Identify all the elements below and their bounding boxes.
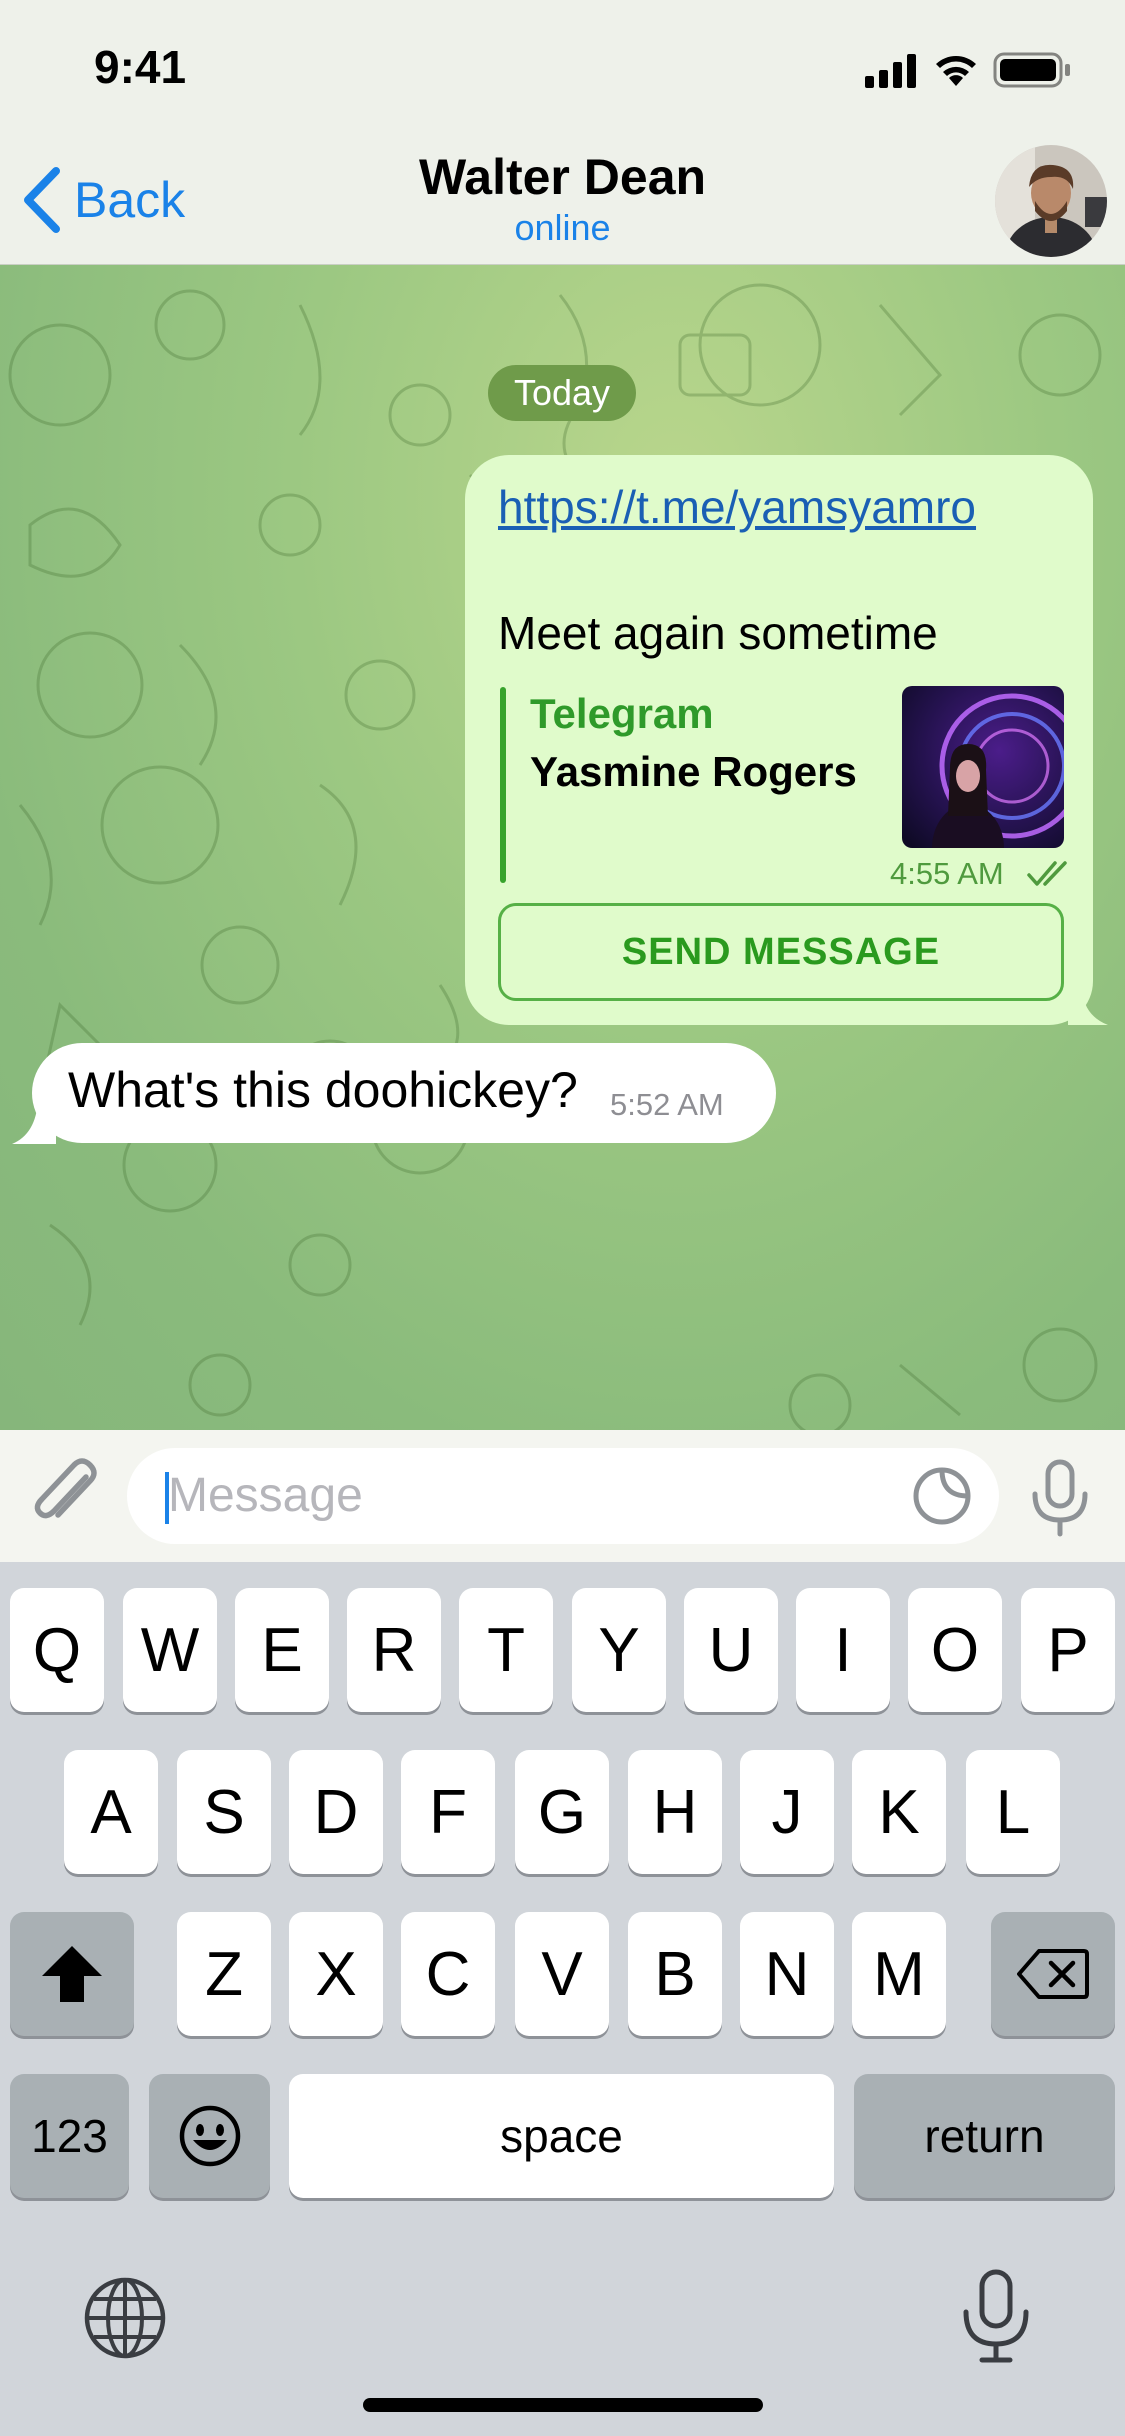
key-t[interactable]: T: [459, 1588, 553, 1712]
key-j[interactable]: J: [740, 1750, 834, 1874]
key-m[interactable]: M: [852, 1912, 946, 2036]
profile-photo: [902, 686, 1064, 848]
contact-status: online: [514, 207, 611, 248]
key-p[interactable]: P: [1021, 1588, 1115, 1712]
key-i[interactable]: I: [796, 1588, 890, 1712]
cellular-signal-icon: [865, 54, 916, 88]
link-preview-bar: [500, 687, 506, 883]
shift-key[interactable]: [10, 1912, 134, 2036]
key-c[interactable]: C: [401, 1912, 495, 2036]
key-v[interactable]: V: [515, 1912, 609, 2036]
bubble-tail: [1068, 985, 1108, 1025]
key-u[interactable]: U: [684, 1588, 778, 1712]
sticker-icon[interactable]: [912, 1466, 972, 1526]
battery-icon: [993, 52, 1070, 88]
numbers-key[interactable]: 123: [10, 2074, 129, 2198]
key-k[interactable]: K: [852, 1750, 946, 1874]
send-message-button[interactable]: SEND MESSAGE: [498, 903, 1064, 1001]
key-b[interactable]: B: [628, 1912, 722, 2036]
key-o[interactable]: O: [908, 1588, 1002, 1712]
key-h[interactable]: H: [628, 1750, 722, 1874]
key-w[interactable]: W: [123, 1588, 217, 1712]
key-a[interactable]: A: [64, 1750, 158, 1874]
message-placeholder: Message: [168, 1469, 363, 1522]
emoji-icon: [179, 2105, 240, 2167]
key-q[interactable]: Q: [10, 1588, 104, 1712]
avatar-photo: [995, 145, 1107, 257]
key-y[interactable]: Y: [572, 1588, 666, 1712]
home-indicator[interactable]: [363, 2398, 763, 2412]
key-e[interactable]: E: [235, 1588, 329, 1712]
link-preview-site[interactable]: Telegram: [530, 690, 714, 738]
microphone-icon[interactable]: [1025, 1458, 1095, 1538]
paperclip-icon[interactable]: [28, 1453, 104, 1533]
bubble-tail: [12, 1100, 56, 1144]
date-separator: Today: [488, 365, 636, 421]
space-key[interactable]: space: [289, 2074, 834, 2198]
delete-key[interactable]: [991, 1912, 1115, 2036]
message-link[interactable]: https://t.me/yamsyamro: [498, 480, 976, 534]
dictation-mic-icon[interactable]: [958, 2268, 1034, 2364]
key-s[interactable]: S: [177, 1750, 271, 1874]
key-z[interactable]: Z: [177, 1912, 271, 2036]
shift-icon: [42, 1946, 102, 2002]
backspace-icon: [1017, 1949, 1089, 1999]
key-n[interactable]: N: [740, 1912, 834, 2036]
key-x[interactable]: X: [289, 1912, 383, 2036]
status-icons: [865, 52, 1070, 88]
key-f[interactable]: F: [401, 1750, 495, 1874]
wifi-icon: [936, 56, 976, 86]
link-preview-title[interactable]: Yasmine Rogers: [530, 748, 857, 796]
status-time: 9:41: [94, 41, 187, 93]
globe-icon[interactable]: [82, 2275, 168, 2361]
message-text: What's this doohickey?: [68, 1062, 578, 1118]
return-key[interactable]: return: [854, 2074, 1115, 2198]
message-time: 4:55 AM: [890, 856, 1004, 891]
emoji-key[interactable]: [149, 2074, 270, 2198]
double-check-icon: [1027, 861, 1067, 886]
chat-title[interactable]: Walter Dean: [0, 148, 1125, 206]
message-text: Meet again sometime: [498, 607, 938, 659]
key-g[interactable]: G: [515, 1750, 609, 1874]
avatar[interactable]: [995, 145, 1107, 257]
link-preview-thumbnail[interactable]: [902, 686, 1064, 848]
key-r[interactable]: R: [347, 1588, 441, 1712]
key-l[interactable]: L: [966, 1750, 1060, 1874]
key-d[interactable]: D: [289, 1750, 383, 1874]
message-time: 5:52 AM: [610, 1087, 724, 1122]
